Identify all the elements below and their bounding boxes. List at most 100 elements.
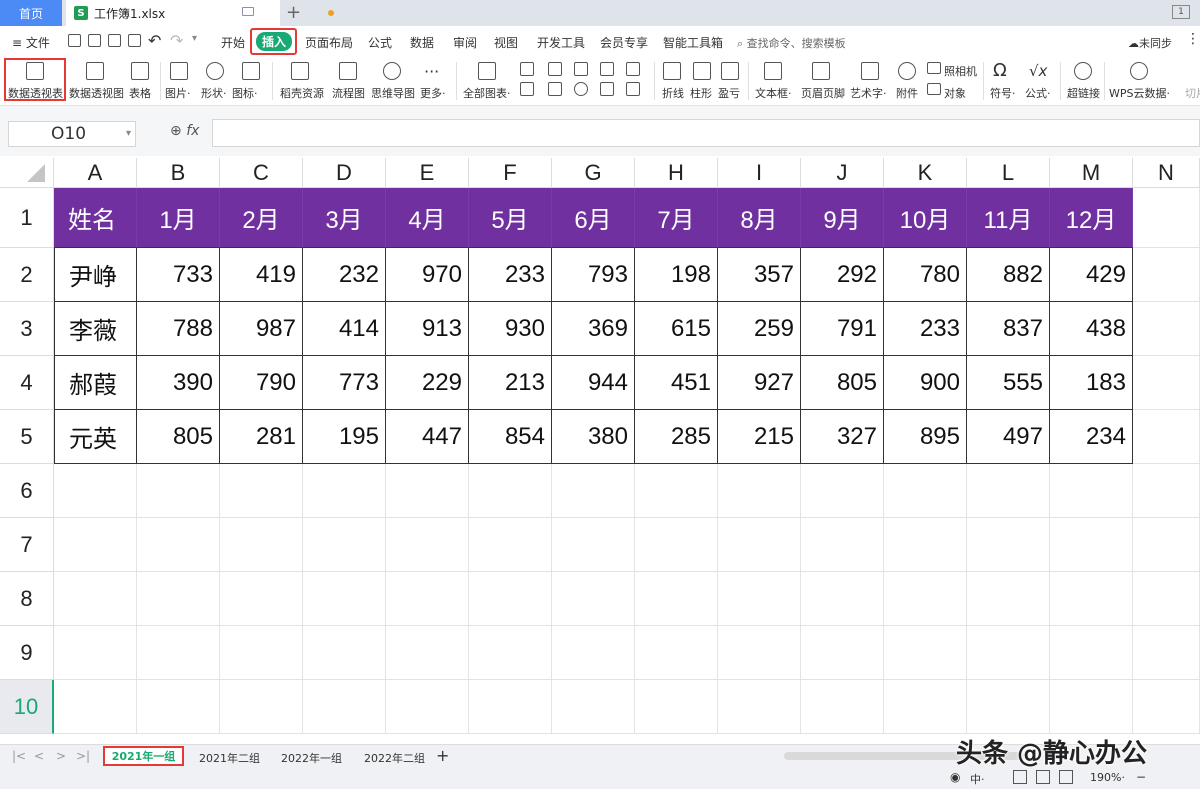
first-sheet-icon[interactable]: |< — [12, 749, 26, 763]
cell[interactable] — [801, 680, 884, 734]
cell[interactable] — [1133, 188, 1200, 248]
value-cell[interactable]: 790 — [220, 356, 303, 410]
value-cell[interactable]: 987 — [220, 302, 303, 356]
chevron-down-icon[interactable]: ▾ — [192, 33, 197, 44]
cell[interactable] — [884, 572, 967, 626]
value-cell[interactable]: 793 — [552, 248, 635, 302]
cell[interactable] — [967, 680, 1050, 734]
column-header-d[interactable]: D — [303, 158, 386, 188]
tab-membership[interactable]: 会员专享 — [600, 34, 648, 51]
export-icon[interactable] — [88, 34, 101, 47]
mind-map-icon[interactable] — [383, 62, 401, 80]
more-menu-icon[interactable]: ⋮ — [1186, 31, 1200, 47]
header-cell[interactable]: 2月 — [220, 188, 303, 248]
row-header-4[interactable]: 4 — [0, 356, 54, 410]
cell[interactable] — [635, 464, 718, 518]
table-button[interactable]: 表格 — [129, 85, 151, 101]
sparkline-column-icon[interactable] — [693, 62, 711, 80]
value-cell[interactable]: 233 — [469, 248, 552, 302]
column-header-l[interactable]: L — [967, 158, 1050, 188]
tab-home[interactable]: 开始 — [221, 34, 245, 51]
cell[interactable] — [967, 518, 1050, 572]
column-header-h[interactable]: H — [635, 158, 718, 188]
column-header-b[interactable]: B — [137, 158, 220, 188]
value-cell[interactable]: 805 — [801, 356, 884, 410]
row-header-8[interactable]: 8 — [0, 572, 54, 626]
cell[interactable] — [137, 680, 220, 734]
value-cell[interactable]: 259 — [718, 302, 801, 356]
file-tab[interactable]: S 工作簿1.xlsx — [66, 0, 334, 26]
cell[interactable] — [1050, 680, 1133, 734]
column-header-e[interactable]: E — [386, 158, 469, 188]
area-chart-icon[interactable] — [520, 82, 534, 96]
sparkline-winloss-button[interactable]: 盈亏 — [718, 85, 740, 101]
cell[interactable] — [1133, 356, 1200, 410]
cell[interactable] — [635, 680, 718, 734]
cell[interactable] — [1133, 248, 1200, 302]
cell[interactable] — [54, 680, 137, 734]
cell[interactable] — [967, 626, 1050, 680]
table-icon[interactable] — [131, 62, 149, 80]
value-cell[interactable]: 882 — [967, 248, 1050, 302]
tab-smart-toolbox[interactable]: 智能工具箱 — [663, 34, 723, 51]
cell[interactable] — [386, 518, 469, 572]
cell[interactable] — [801, 626, 884, 680]
cell[interactable] — [54, 626, 137, 680]
cell[interactable] — [220, 572, 303, 626]
header-footer-button[interactable]: 页眉页脚 — [801, 85, 845, 101]
page-layout-view-icon[interactable] — [1036, 770, 1050, 784]
cell[interactable] — [718, 680, 801, 734]
wps-cloud-data-button[interactable]: WPS云数据· — [1109, 85, 1170, 101]
slicer-button[interactable]: 切片 — [1185, 85, 1200, 101]
row-header-10[interactable]: 10 — [0, 680, 54, 734]
icons-icon[interactable] — [242, 62, 260, 80]
sparkline-column-button[interactable]: 柱形 — [690, 85, 712, 101]
prev-sheet-icon[interactable]: < — [34, 749, 44, 763]
cell[interactable] — [718, 572, 801, 626]
value-cell[interactable]: 357 — [718, 248, 801, 302]
cell[interactable] — [884, 626, 967, 680]
cell[interactable] — [137, 518, 220, 572]
flowchart-icon[interactable] — [339, 62, 357, 80]
sparkline-line-icon[interactable] — [663, 62, 681, 80]
select-all-corner[interactable] — [0, 158, 54, 188]
value-cell[interactable]: 215 — [718, 410, 801, 464]
header-cell[interactable]: 6月 — [552, 188, 635, 248]
cell[interactable] — [552, 680, 635, 734]
cell[interactable] — [1133, 410, 1200, 464]
value-cell[interactable]: 913 — [386, 302, 469, 356]
shape-button[interactable]: 形状· — [201, 85, 227, 101]
row-header-2[interactable]: 2 — [0, 248, 54, 302]
camera-icon[interactable] — [927, 62, 941, 74]
cell[interactable] — [469, 464, 552, 518]
cell[interactable] — [137, 572, 220, 626]
value-cell[interactable]: 773 — [303, 356, 386, 410]
row-header-1[interactable]: 1 — [0, 188, 54, 248]
header-cell[interactable]: 8月 — [718, 188, 801, 248]
value-cell[interactable]: 213 — [469, 356, 552, 410]
header-cell[interactable]: 5月 — [469, 188, 552, 248]
value-cell[interactable]: 451 — [635, 356, 718, 410]
value-cell[interactable]: 447 — [386, 410, 469, 464]
column-header-k[interactable]: K — [884, 158, 967, 188]
value-cell[interactable]: 805 — [137, 410, 220, 464]
all-charts-icon[interactable] — [478, 62, 496, 80]
value-cell[interactable]: 232 — [303, 248, 386, 302]
attachment-button[interactable]: 附件 — [896, 85, 918, 101]
cell[interactable] — [552, 572, 635, 626]
cell[interactable] — [303, 626, 386, 680]
formula-input[interactable] — [212, 119, 1200, 147]
value-cell[interactable]: 930 — [469, 302, 552, 356]
value-cell[interactable]: 837 — [967, 302, 1050, 356]
cell[interactable] — [552, 518, 635, 572]
cell[interactable] — [1133, 518, 1200, 572]
cell[interactable] — [884, 680, 967, 734]
cell[interactable] — [884, 464, 967, 518]
icons-button[interactable]: 图标· — [232, 85, 258, 101]
value-cell[interactable]: 927 — [718, 356, 801, 410]
header-cell[interactable]: 4月 — [386, 188, 469, 248]
eye-protection-icon[interactable]: ◉ — [950, 770, 960, 784]
cell[interactable] — [635, 626, 718, 680]
cell[interactable] — [137, 464, 220, 518]
redo-icon[interactable]: ↷ — [170, 31, 183, 50]
